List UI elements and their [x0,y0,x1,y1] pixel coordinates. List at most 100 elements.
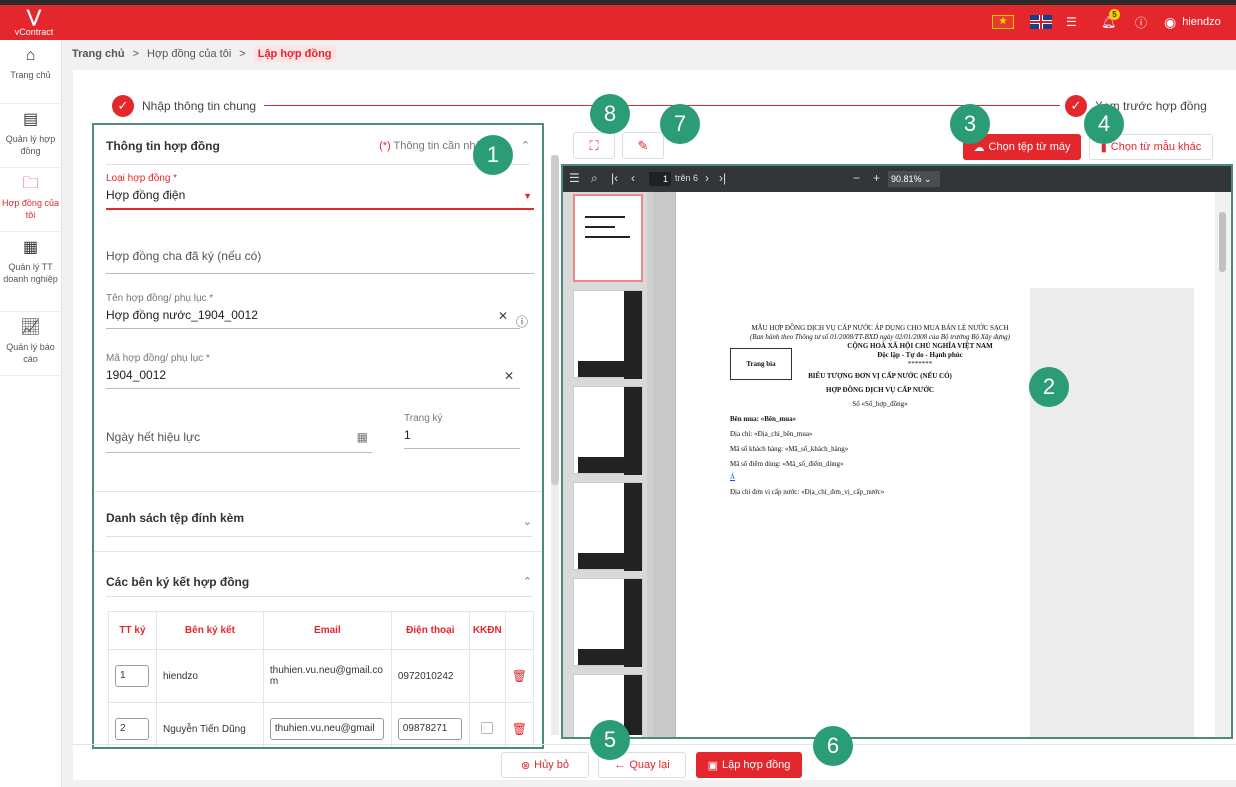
delete-trash-icon[interactable]: 🗑 [504,649,535,703]
doc-line: (Ban hành theo Thông tư số 01/2008/TT-BX… [749,333,1011,341]
prev-page-icon[interactable]: ‹ [631,171,635,185]
sidebar-item-label: Hợp đồng của tôi [2,198,59,220]
button-label: Quay lại [629,759,670,771]
user-menu[interactable]: ◉ hiendzo [1164,13,1221,31]
sidebar-toggle-icon[interactable]: ☰ [569,171,580,185]
form-scrollbar[interactable] [551,155,559,735]
sidebar-item-contract-management[interactable]: ▤ Quản lý hợp đồng [0,104,61,168]
signers-header[interactable]: Các bên ký kết hợp đồng ⌃ [106,561,532,597]
button-label: Chọn từ mẫu khác [1110,141,1202,153]
page-thumbnail[interactable] [573,386,643,475]
field-underline [404,448,520,449]
chevron-up-icon[interactable]: ⌃ [521,140,530,152]
field-value: Hợp đồng điện [106,188,186,202]
language-english-flag-icon[interactable] [1030,13,1052,31]
help-circle-icon[interactable]: ⓘ [516,313,528,330]
last-page-icon[interactable]: ›| [719,171,726,185]
field-underline [106,273,534,274]
step-label: Nhập thông tin chung [142,99,257,113]
footer-divider [73,744,1236,745]
page-thumbnail[interactable] [573,290,643,379]
field-placeholder: Ngày hết hiệu lực [106,430,201,444]
chevron-down-icon[interactable]: ⌄ [523,515,532,528]
sidebar-item-home[interactable]: ⌂ Trang chủ [0,40,61,104]
edit-button[interactable]: ✎ [622,132,664,159]
delete-trash-icon[interactable]: 🗑 [504,702,535,747]
zoom-select[interactable]: 90.81% ⌄ [888,171,940,187]
contract-code-input[interactable]: Mã hợp đồng/ phụ lục * 1904_0012 ✕ [106,353,520,389]
first-page-icon[interactable]: |‹ [611,171,618,185]
zoom-in-icon[interactable]: + [873,171,880,185]
doc-field: Mã số khách hàng: «Mã_số_khách_hàng» [730,445,849,453]
clear-icon[interactable]: ✕ [498,309,508,323]
page-thumbnail[interactable] [573,578,643,667]
sidebar-item-label: Trang chủ [10,70,51,80]
column-header: Bên ký kết [155,611,264,650]
page-number-input[interactable]: 1 [649,172,671,186]
sidebar-item-reports[interactable]: 📈︎ Quản lý báo cáo [0,312,61,376]
sign-order-input[interactable]: 2 [115,718,149,740]
notification-bell-icon[interactable]: 🔔︎ 5 [1101,9,1120,31]
contract-info-header[interactable]: Thông tin hợp đồng (*) Thông tin cần nhậ… [106,125,530,165]
doc-line: Số «Số_hợp_đồng» [852,400,908,408]
chevron-up-icon[interactable]: ⌃ [523,575,532,588]
signer-email-input[interactable]: thuhien.vu.neu@gmail [269,718,384,740]
field-placeholder: Hợp đồng cha đã ký (nếu có) [106,249,262,263]
annotation-badge-8: 8 [590,94,630,134]
sidebar-item-label: Quản lý báo cáo [6,342,55,364]
scrollbar-thumb[interactable] [551,155,559,485]
signer-phone-input[interactable]: 09878271 [397,718,462,740]
next-page-icon[interactable]: › [705,171,709,185]
search-icon[interactable]: ⌕ [591,171,598,186]
kkdn-checkbox[interactable] [481,721,494,734]
fullscreen-button[interactable]: ⛶ [573,132,615,159]
field-value: Hợp đồng nước_1904_0012 [106,308,258,322]
page-scrollbar[interactable] [1215,192,1231,737]
arrow-left-icon: ← [614,759,626,771]
section-title: Các bên ký kết hợp đồng [106,575,250,589]
sidebar-item-my-contracts[interactable]: 🗀 Hợp đồng của tôi [0,168,61,232]
sign-page-input[interactable]: Trang ký 1 [404,413,520,449]
parent-contract-input[interactable]: Hợp đồng cha đã ký (nếu có) [106,249,534,274]
page-thumbnail[interactable] [573,482,643,571]
doc-line: MẪU HỢP ĐỒNG DỊCH VỤ CẤP NƯỚC ÁP DỤNG CH… [751,324,1009,332]
attachments-header[interactable]: Danh sách tệp đính kèm ⌄ [106,497,532,537]
menu-grid-icon[interactable]: ☰ [1066,13,1077,31]
clear-icon[interactable]: ✕ [504,369,514,383]
create-contract-button[interactable]: ▣ Lập hợp đồng [696,752,802,778]
sidebar-item-company-info[interactable]: ▦ Quản lý TT doanh nghiệp [0,232,61,312]
help-icon[interactable]: ⓘ [1135,13,1147,31]
contract-type-select[interactable]: Loại hợp đồng * Hợp đồng điện ▼ [106,173,534,210]
field-value: 1904_0012 [106,368,167,382]
annotation-badge-3: 3 [950,104,990,144]
zoom-out-icon[interactable]: − [853,171,860,185]
column-header-actions [504,611,535,650]
annotation-badge-7: 7 [660,104,700,144]
scrollbar-thumb[interactable] [1219,212,1226,272]
signer-name: hiendzo [155,649,264,703]
user-avatar-icon: ◉ [1164,13,1177,30]
field-label: Mã hợp đồng/ phụ lục * [106,353,210,364]
breadcrumb-my-contracts-link[interactable]: Hợp đồng của tôi [147,48,231,60]
step-general-info[interactable]: ✓ Nhập thông tin chung [112,95,256,117]
breadcrumb-home-link[interactable]: Trang chủ [72,48,125,60]
vcontract-logo[interactable]: ⋁ vContract [8,7,60,39]
divider [94,551,542,552]
signers-table: TT ký Bên ký kết Email Điện thoại KKĐN 1… [108,611,535,747]
calendar-icon[interactable]: ▦ [357,430,368,444]
cancel-button[interactable]: ⊗ Hủy bỏ [501,752,589,778]
home-icon: ⌂ [25,47,36,64]
language-vietnamese-flag-icon[interactable]: ★ [992,13,1014,31]
annotation-badge-1: 1 [473,135,513,175]
sign-order-input[interactable]: 1 [115,665,149,687]
page-thumbnail[interactable] [573,194,643,282]
annotation-badge-6: 6 [813,726,853,766]
column-header: Email [262,611,392,650]
expiry-date-input[interactable]: Ngày hết hiệu lực ▦ [106,430,372,453]
column-header: TT ký [108,611,157,650]
field-underline [106,388,520,389]
step-connector [264,105,1060,106]
field-underline [106,208,534,210]
dropdown-caret-icon[interactable]: ▼ [523,191,532,201]
contract-name-input[interactable]: Tên hợp đồng/ phụ lục * Hợp đồng nước_19… [106,293,520,329]
